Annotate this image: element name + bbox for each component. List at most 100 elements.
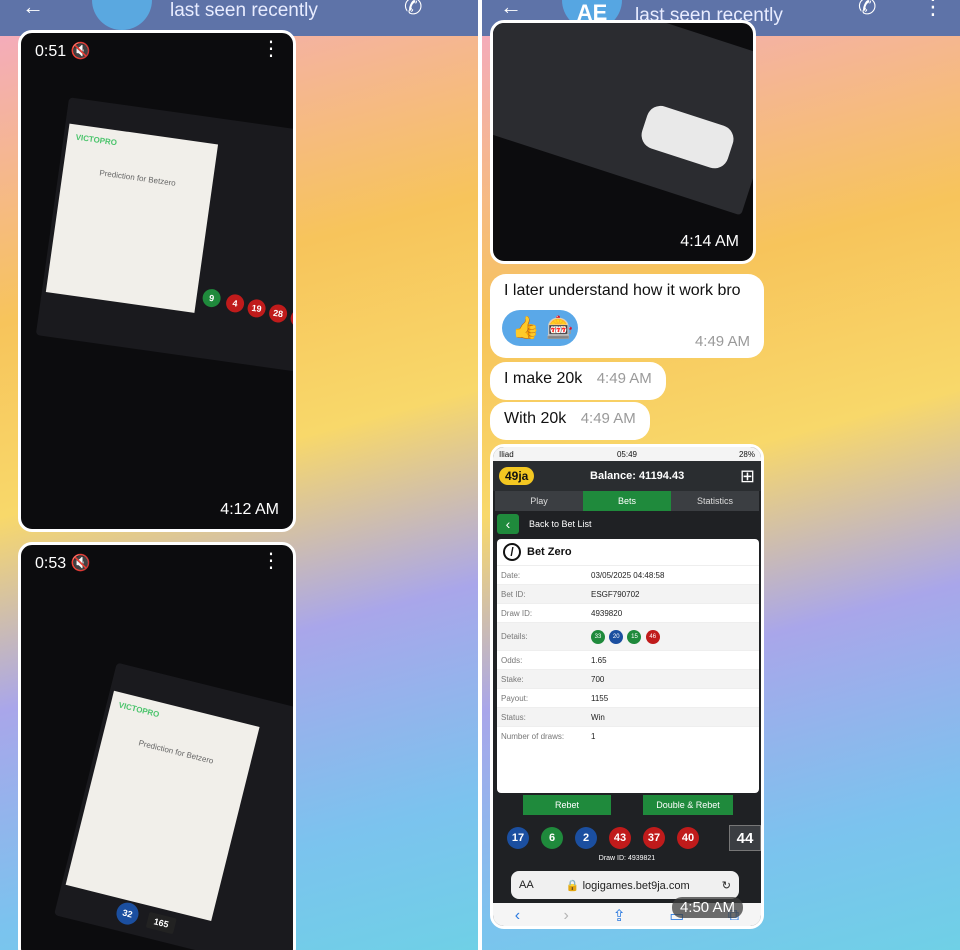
tab-statistics[interactable]: Statistics [671,491,759,511]
sticker-pair[interactable]: 👍 🎰 [502,310,578,346]
more-options-icon[interactable]: ⋮ [261,551,281,571]
video-ball: 9 [201,287,222,309]
double-rebet-button[interactable]: Double & Rebet [643,795,733,815]
draw-result-row: 17 6 2 43 37 40 44 [499,823,761,853]
contact-avatar[interactable] [92,0,152,30]
video-frame: VICTOPRO Prediction for Betzero 32 165 [54,662,293,950]
back-row: ‹ Back to Bet List [493,511,761,537]
grid-menu-icon[interactable]: ⊞ [740,466,755,487]
back-to-list-link[interactable]: Back to Bet List [529,519,592,529]
back-icon[interactable]: ‹ [515,907,520,925]
table-row: Payout: 1155 [497,688,759,707]
paper-title: Prediction for Betzero [137,738,215,766]
table-row: Status: Win [497,707,759,726]
row-key: Status: [501,712,526,722]
table-row: Stake: 700 [497,669,759,688]
video-duration: 0:53 🔇 [35,555,91,572]
phone-status-bar: Iliad 05:49 28% [493,447,761,461]
carrier-label: Iliad [499,449,514,459]
message-time: 4:49 AM [596,370,652,387]
bet-detail-card: / Bet Zero Date: 03/05/2025 04:48:58 Bet … [497,539,759,793]
message-bubble[interactable]: With 20k 4:49 AM [490,402,650,440]
back-chevron-icon[interactable]: ‹ [497,514,519,534]
table-row: Date: 03/05/2025 04:48:58 [497,565,759,584]
video-ball: 28 [267,303,289,324]
card-title-text: Bet Zero [527,546,572,558]
back-arrow-icon[interactable]: ← [22,0,44,20]
text-size-button[interactable]: AA [519,879,534,891]
row-value: 700 [591,674,605,684]
video-frame: VICTOPRO Prediction for Betzero 9 4 19 2… [35,97,293,377]
phone-icon[interactable]: ✆ [404,0,422,20]
row-key: Stake: [501,674,524,684]
table-row: Odds: 1.65 [497,650,759,669]
tab-bar: Play Bets Statistics [495,491,759,511]
back-arrow-icon[interactable]: ← [500,0,522,20]
row-value: 03/05/2025 04:48:58 [591,570,665,580]
more-options-icon[interactable]: ⋮ [922,0,944,20]
forward-icon[interactable]: › [564,907,569,925]
draw-ball: 17 [507,827,529,849]
video-duration: 0:51 🔇 [35,43,91,60]
sticker-icon: 🎰 [546,315,574,340]
app-logo: 49ja [499,467,535,485]
draw-ball: 43 [609,827,631,849]
message-time: 4:14 AM [680,233,739,250]
row-key: Draw ID: [501,608,533,618]
video-message-1[interactable]: VICTOPRO Prediction for Betzero 9 4 19 2… [18,30,296,532]
url-text: 🔒 logigames.bet9ja.com [534,879,722,892]
paper-title: Prediction for Betzero [98,168,177,188]
message-text: I make 20k [504,370,583,387]
row-key: Bet ID: [501,589,526,599]
app-header: 49ja Balance: 41194.43 ⊞ [493,461,761,491]
row-key: Date: [501,570,521,580]
video-ball: 4 [224,293,246,314]
draw-ball: 37 [643,827,665,849]
detail-ball: 20 [609,629,624,644]
message-bubble[interactable]: I later understand how it work bro 👍 🎰 4… [490,274,764,358]
draw-ball: 6 [541,827,563,849]
more-options-icon[interactable]: ⋮ [261,39,281,59]
video-ball: 165 [145,911,177,935]
victopro-logo: VICTOPRO [75,132,118,148]
video-message-3[interactable]: 4:14 AM [490,20,756,264]
prediction-paper: VICTOPRO Prediction for Betzero [45,123,219,313]
tab-play[interactable]: Play [495,491,583,511]
message-time: 4:12 AM [220,501,279,518]
row-key: Odds: [501,655,523,665]
draw-ball: 40 [677,827,699,849]
message-time: 4:50 AM [671,897,743,918]
bet-screenshot[interactable]: Iliad 05:49 28% 49ja Balance: 41194.43 ⊞… [490,444,764,929]
phone-icon[interactable]: ✆ [858,0,876,20]
tab-bets[interactable]: Bets [583,491,671,511]
table-row: Bet ID: ESGF790702 [497,584,759,603]
rebet-button[interactable]: Rebet [523,795,611,815]
video-ball: 19 [246,298,267,319]
clock-label: 05:49 [616,449,637,459]
detail-balls: 33 20 15 46 [591,629,662,644]
row-value: Win [591,712,605,722]
balance-label: Balance: 41194.43 [590,470,685,482]
left-chat-panel: ← last seen recently ✆ VICTOPRO Predicti… [0,0,478,950]
detail-ball: 15 [627,629,642,644]
row-value: 1 [591,731,596,741]
video-frame [493,23,753,216]
message-bubble[interactable]: I make 20k 4:49 AM [490,362,666,400]
zero-slash-icon: / [503,543,521,561]
url-value: logigames.bet9ja.com [582,879,690,892]
mute-icon[interactable]: 🔇 [71,43,91,60]
video-ball: 32 [114,900,141,927]
share-icon[interactable]: ⇪ [612,906,625,926]
detail-ball: 33 [591,629,605,644]
draw-bonus-number: 44 [729,825,761,851]
draw-id-label: Draw ID: 4939821 [598,855,656,862]
battery-label: 28% [738,449,755,459]
mute-icon[interactable]: 🔇 [71,555,91,572]
lock-icon: 🔒 [565,879,580,892]
row-key: Details: [501,632,528,641]
video-message-2[interactable]: VICTOPRO Prediction for Betzero 32 165 0… [18,542,296,950]
browser-url-bar[interactable]: AA 🔒 logigames.bet9ja.com ↻ [511,871,739,899]
detail-rows: Date: 03/05/2025 04:48:58 Bet ID: ESGF7907… [497,565,759,745]
reload-icon[interactable]: ↻ [722,879,731,892]
row-key: Number of draws: [501,731,565,741]
